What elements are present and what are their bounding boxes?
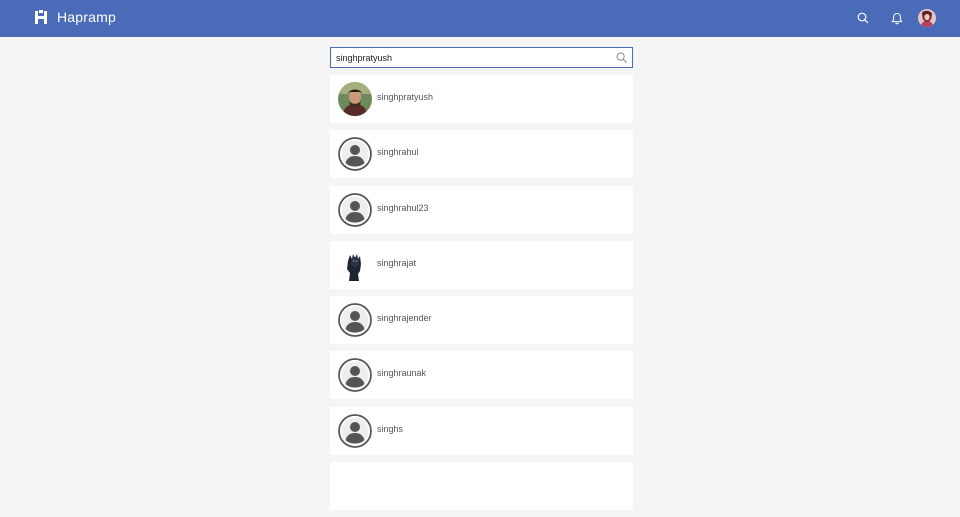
- top-navbar: Hapramp: [0, 0, 960, 37]
- avatar-photo[interactable]: [338, 82, 372, 116]
- hapramp-logo-icon[interactable]: [34, 10, 48, 25]
- username[interactable]: singhrahul: [377, 147, 419, 157]
- list-item[interactable]: singhpratyush: [330, 75, 633, 123]
- username[interactable]: singhpratyush: [377, 92, 433, 102]
- default-user-icon[interactable]: [338, 192, 372, 227]
- search-box: [330, 47, 633, 68]
- bell-icon[interactable]: [889, 10, 905, 26]
- list-item[interactable]: [330, 462, 633, 511]
- search-submit-icon[interactable]: [616, 52, 627, 63]
- brand-name[interactable]: Hapramp: [57, 9, 116, 25]
- list-item[interactable]: singhrajender: [330, 296, 633, 345]
- default-user-icon[interactable]: [338, 137, 372, 172]
- username[interactable]: singhrahul23: [377, 203, 429, 213]
- search-results-list: singhpratyush singhrahul singhrahul23 si…: [330, 75, 633, 517]
- user-avatar[interactable]: [918, 9, 936, 27]
- list-item[interactable]: singhrahul23: [330, 185, 633, 234]
- username[interactable]: singhrajat: [377, 258, 416, 268]
- default-user-icon[interactable]: [338, 413, 372, 448]
- username[interactable]: singhraunak: [377, 368, 426, 378]
- list-item[interactable]: singhraunak: [330, 351, 633, 400]
- list-item[interactable]: singhs: [330, 406, 633, 455]
- search-input[interactable]: [331, 48, 611, 67]
- list-item[interactable]: singhrajat: [330, 240, 633, 289]
- username[interactable]: singhs: [377, 424, 403, 434]
- default-user-icon[interactable]: [338, 303, 372, 338]
- search-icon[interactable]: [855, 10, 871, 26]
- username[interactable]: singhrajender: [377, 313, 432, 323]
- avatar-photo[interactable]: [338, 247, 372, 282]
- list-item[interactable]: singhrahul: [330, 130, 633, 179]
- default-user-icon[interactable]: [338, 358, 372, 393]
